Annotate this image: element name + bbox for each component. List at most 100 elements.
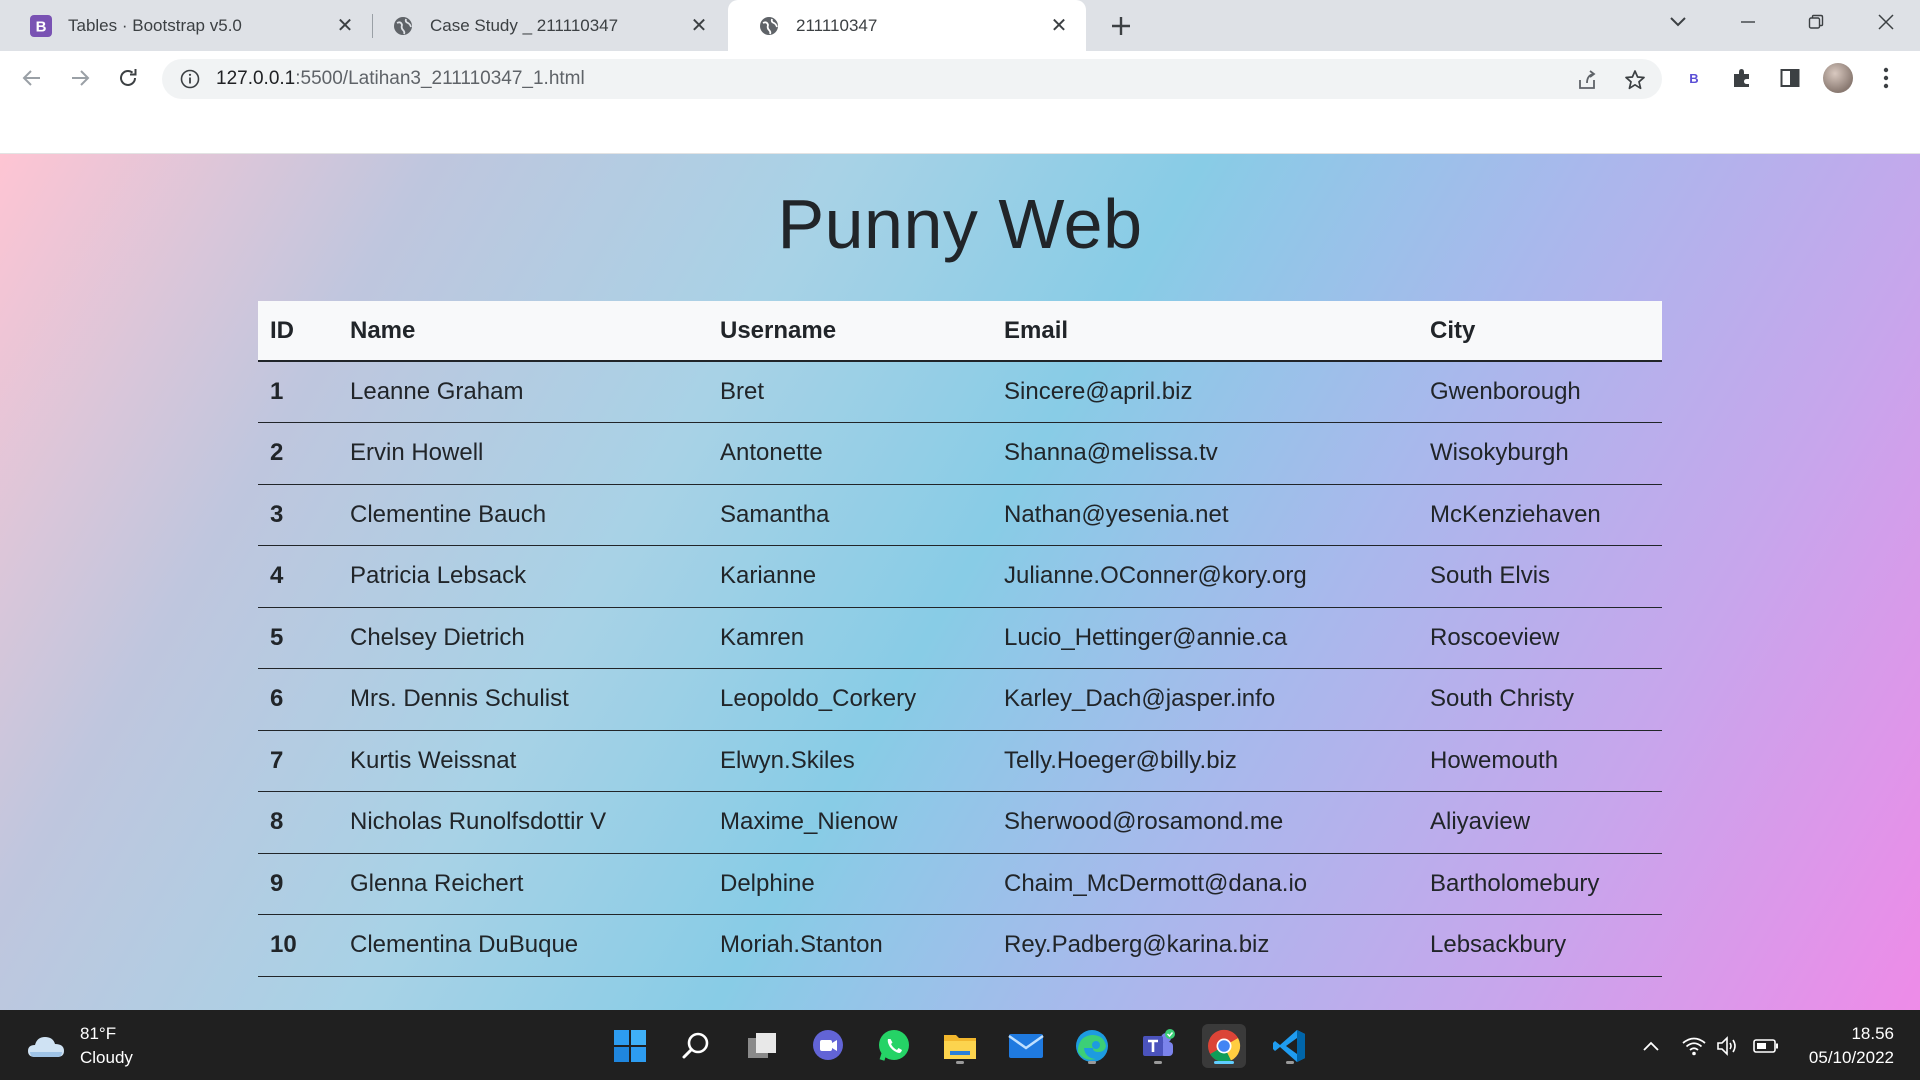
cell-name: Nicholas Runolfsdottir V — [338, 791, 708, 854]
cell-email: Nathan@yesenia.net — [992, 484, 1418, 546]
table-row: 3 Clementine Bauch Samantha Nathan@yesen… — [258, 484, 1662, 546]
close-window-button[interactable] — [1858, 0, 1914, 44]
table-row: 4 Patricia Lebsack Karianne Julianne.OCo… — [258, 545, 1662, 608]
cell-username: Maxime_Nienow — [708, 791, 992, 854]
chevron-down-icon — [1670, 17, 1686, 27]
address-bar[interactable]: 127.0.0.1:5500/Latihan3_211110347_1.html — [162, 59, 1662, 99]
weather-widget[interactable]: 81°F Cloudy — [26, 1022, 133, 1070]
page-title: Punny Web — [777, 185, 1143, 263]
whatsapp-button[interactable] — [872, 1024, 916, 1068]
cell-city: Aliyaview — [1418, 791, 1662, 854]
cell-username: Leopoldo_Corkery — [708, 668, 992, 731]
tab-title: Tables · Bootstrap v5.0 — [68, 15, 242, 35]
profile-button[interactable] — [1822, 62, 1854, 94]
cell-city: South Christy — [1418, 668, 1662, 731]
chrome-button[interactable] — [1202, 1024, 1246, 1068]
close-icon[interactable]: ✕ — [334, 15, 356, 37]
cell-city: Bartholomebury — [1418, 853, 1662, 915]
tab-strip: B Tables · Bootstrap v5.0 ✕ Case Study _… — [0, 0, 1920, 51]
close-icon[interactable]: ✕ — [1048, 15, 1070, 37]
search-icon — [682, 1032, 709, 1059]
task-view-button[interactable] — [740, 1024, 784, 1068]
tab-case-study[interactable]: Case Study _ 211110347 ✕ — [362, 0, 726, 51]
tab-search-button[interactable] — [1650, 0, 1706, 44]
page-body: Punny Web ID Name Username Email City 1 … — [0, 154, 1920, 1010]
extension-b-button[interactable]: B — [1678, 62, 1710, 94]
chat-icon — [813, 1030, 843, 1060]
cell-id: 2 — [258, 422, 338, 485]
teams-chat-button[interactable] — [806, 1024, 850, 1068]
minimize-button[interactable] — [1720, 0, 1776, 44]
table-header-row: ID Name Username Email City — [258, 301, 1662, 362]
table-row: 10 Clementina DuBuque Moriah.Stanton Rey… — [258, 914, 1662, 977]
reload-icon — [120, 69, 137, 86]
cell-email: Shanna@melissa.tv — [992, 422, 1418, 485]
tab-bootstrap-tables[interactable]: B Tables · Bootstrap v5.0 ✕ — [0, 0, 372, 51]
volume-icon[interactable] — [1714, 1032, 1742, 1060]
cell-id: 9 — [258, 853, 338, 915]
url-host: 127.0.0.1 — [216, 68, 296, 89]
close-icon[interactable]: ✕ — [688, 15, 710, 37]
extensions-button[interactable] — [1726, 62, 1758, 94]
url-path: :5500/Latihan3_211110347_1.html — [295, 68, 585, 89]
bookmark-star-icon[interactable] — [1622, 67, 1648, 93]
cell-id: 6 — [258, 668, 338, 731]
table-row: 1 Leanne Graham Bret Sincere@april.biz G… — [258, 361, 1662, 423]
weather-temperature: 81°F — [80, 1024, 117, 1043]
new-tab-button[interactable] — [1104, 10, 1138, 42]
task-view-icon — [748, 1033, 776, 1058]
cell-name: Chelsey Dietrich — [338, 607, 708, 669]
arrow-left-icon — [22, 70, 40, 86]
show-hidden-icons-button[interactable] — [1637, 1032, 1665, 1060]
column-header-email: Email — [992, 301, 1418, 362]
start-button[interactable] — [608, 1024, 652, 1068]
reload-button[interactable] — [112, 62, 144, 94]
file-explorer-button[interactable] — [938, 1024, 982, 1068]
menu-button[interactable] — [1870, 62, 1902, 94]
column-header-username: Username — [708, 301, 992, 362]
vscode-icon — [1273, 1030, 1305, 1062]
globe-icon — [392, 15, 414, 37]
cell-username: Delphine — [708, 853, 992, 915]
edge-button[interactable] — [1070, 1024, 1114, 1068]
kebab-menu-icon — [1883, 67, 1889, 89]
share-icon[interactable] — [1574, 67, 1600, 93]
cell-email: Chaim_McDermott@dana.io — [992, 853, 1418, 915]
info-icon[interactable] — [178, 67, 202, 91]
puzzle-icon — [1734, 69, 1749, 87]
cell-email: Sincere@april.biz — [992, 361, 1418, 423]
cell-name: Glenna Reichert — [338, 853, 708, 915]
tab-active-page[interactable]: 211110347 ✕ — [728, 0, 1086, 51]
vscode-button[interactable] — [1268, 1024, 1312, 1068]
cell-id: 4 — [258, 545, 338, 608]
mail-button[interactable] — [1004, 1024, 1048, 1068]
cell-name: Ervin Howell — [338, 422, 708, 485]
table-row: 9 Glenna Reichert Delphine Chaim_McDermo… — [258, 853, 1662, 915]
battery-icon[interactable] — [1752, 1032, 1780, 1060]
cell-id: 5 — [258, 607, 338, 669]
restore-button[interactable] — [1788, 0, 1844, 44]
minimize-icon — [1741, 21, 1755, 23]
wifi-icon[interactable] — [1680, 1032, 1708, 1060]
teams-button[interactable] — [1136, 1024, 1180, 1068]
whatsapp-icon — [879, 1030, 909, 1061]
side-panel-button[interactable] — [1774, 62, 1806, 94]
cell-email: Karley_Dach@jasper.info — [992, 668, 1418, 731]
cell-city: South Elvis — [1418, 545, 1662, 608]
system-clock[interactable]: 18.56 05/10/2022 — [1809, 1022, 1894, 1070]
cell-name: Leanne Graham — [338, 361, 708, 423]
teams-icon — [1143, 1029, 1175, 1056]
browser-toolbar: 127.0.0.1:5500/Latihan3_211110347_1.html… — [0, 51, 1920, 105]
forward-button[interactable] — [64, 62, 96, 94]
clock-date: 05/10/2022 — [1808, 1048, 1894, 1067]
cell-city: Lebsackbury — [1418, 914, 1662, 977]
cell-email: Lucio_Hettinger@annie.ca — [992, 607, 1418, 669]
cloud-icon — [28, 1037, 64, 1057]
cell-username: Samantha — [708, 484, 992, 546]
cell-city: Roscoeview — [1418, 607, 1662, 669]
search-button[interactable] — [674, 1024, 718, 1068]
side-panel-icon — [1780, 69, 1800, 87]
plus-icon — [1112, 17, 1130, 35]
back-button[interactable] — [16, 62, 48, 94]
column-header-id: ID — [258, 301, 338, 362]
